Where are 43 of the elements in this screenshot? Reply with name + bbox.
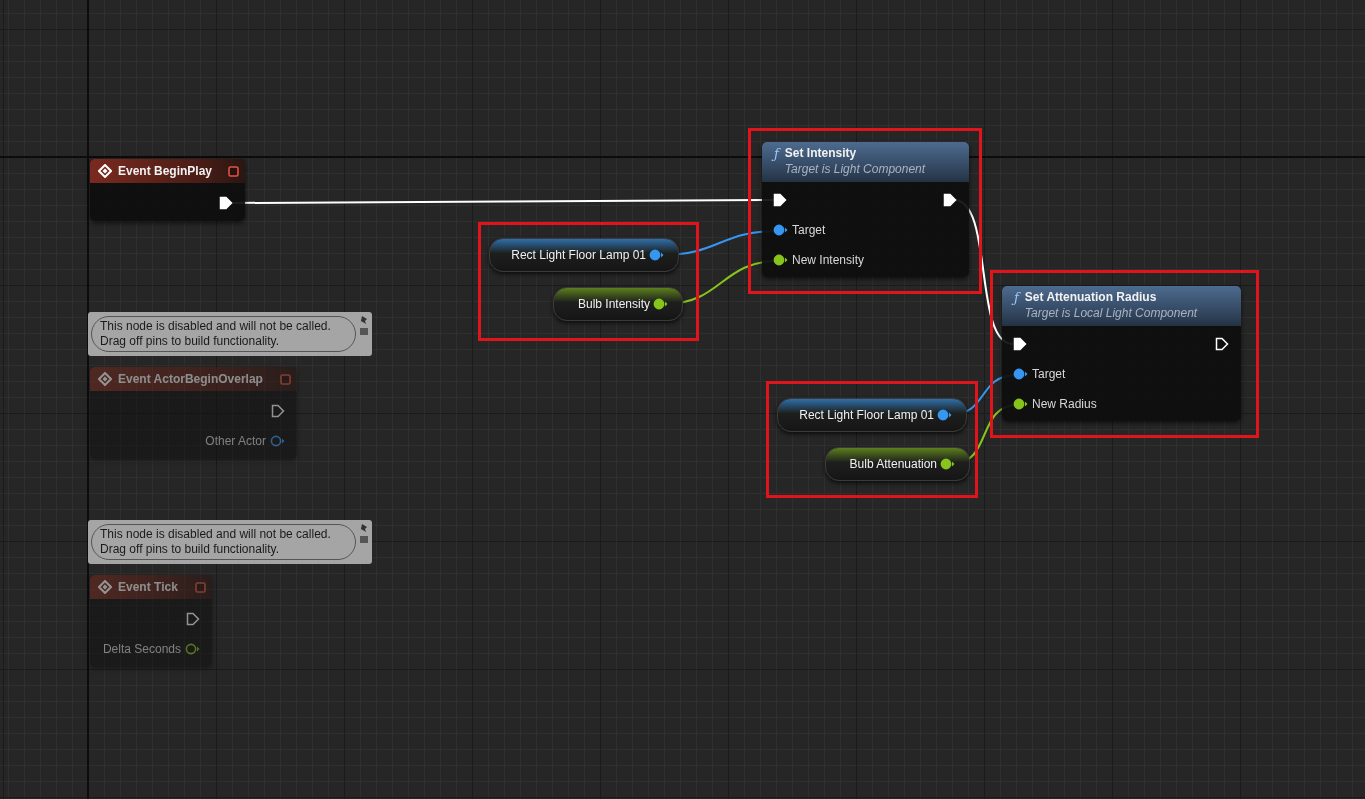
exec-pin-icon[interactable] <box>219 196 233 210</box>
variable-node[interactable]: Bulb Attenuation <box>825 447 970 481</box>
node-title: Set Attenuation Radius <box>1024 290 1158 304</box>
delegate-pin-icon[interactable] <box>228 165 239 177</box>
event-diamond-icon <box>98 372 112 386</box>
pin-icon[interactable] <box>653 298 668 310</box>
exec-pin-icon[interactable] <box>773 193 787 207</box>
variable-name: Rect Light Floor Lamp 01 <box>511 248 646 262</box>
node-title: Event Tick <box>118 580 178 594</box>
pin-label: Target <box>792 223 826 237</box>
variable-node[interactable]: Rect Light Floor Lamp 01 <box>777 398 967 432</box>
pin-icon[interactable] <box>773 224 788 236</box>
pin-icon[interactable] <box>1013 368 1028 380</box>
event-node[interactable]: Event BeginPlay <box>90 159 245 221</box>
node-title: Event BeginPlay <box>118 164 213 178</box>
node-subtitle: Target is Local Light Component <box>1024 306 1198 320</box>
exec-pin-icon[interactable] <box>1013 337 1027 351</box>
variable-name: Bulb Attenuation <box>849 457 937 471</box>
event-diamond-icon <box>98 580 112 594</box>
function-node[interactable]: ƒ Set Intensity Target is Light Component Target New Intensity <box>762 142 969 277</box>
node-title: Event ActorBeginOverlap <box>118 372 263 386</box>
pin-label: Other Actor <box>205 434 266 448</box>
pin-label: New Radius <box>1032 397 1097 411</box>
node-title: Set Intensity <box>784 146 858 160</box>
pushpin-icon[interactable] <box>359 523 369 545</box>
node-subtitle: Target is Light Component <box>784 162 926 176</box>
exec-pin-icon[interactable] <box>1215 337 1229 351</box>
pin-icon[interactable] <box>940 458 955 470</box>
event-diamond-icon <box>98 164 112 178</box>
pin-icon[interactable] <box>649 249 664 261</box>
variable-name: Bulb Intensity <box>577 297 650 311</box>
pushpin-icon[interactable] <box>359 315 369 337</box>
pin-label: New Intensity <box>792 253 865 267</box>
pin-label: Target <box>1032 367 1066 381</box>
pin-icon[interactable] <box>1013 398 1028 410</box>
function-node[interactable]: ƒ Set Attenuation Radius Target is Local Light Component Target New Radius <box>1002 286 1241 421</box>
pin-label: Delta Seconds <box>102 642 181 656</box>
variable-name: Rect Light Floor Lamp 01 <box>799 408 934 422</box>
exec-pin-icon[interactable] <box>943 193 957 207</box>
pin-icon[interactable] <box>773 254 788 266</box>
variable-node[interactable]: Rect Light Floor Lamp 01 <box>489 238 679 272</box>
pin-icon[interactable] <box>937 409 952 421</box>
variable-node[interactable]: Bulb Intensity <box>553 287 683 321</box>
